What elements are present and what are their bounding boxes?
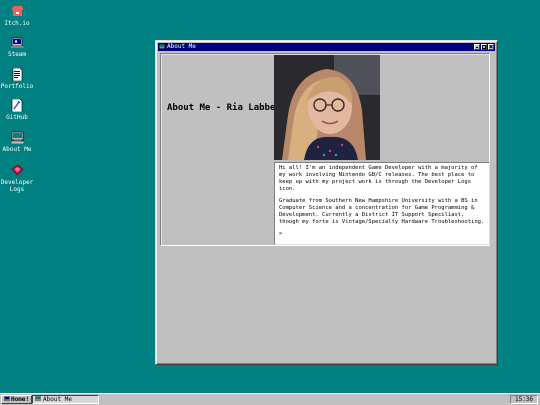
profile-photo	[274, 55, 380, 160]
github-icon	[10, 98, 24, 112]
window-content: About Me - Ria Labbe Hi all! I'm an inde…	[160, 53, 490, 246]
close-button[interactable]	[488, 44, 494, 50]
steam-icon	[10, 35, 24, 49]
command-prompt[interactable]: >	[279, 231, 485, 238]
desktop-icon-label: Developer Logs	[0, 179, 34, 193]
taskbar-item-label: About Me	[43, 396, 72, 403]
window-title: About Me	[167, 43, 196, 50]
desktop-icon-label: Steam	[7, 51, 27, 58]
desktop-icon-developer-logs[interactable]: Developer Logs	[0, 163, 34, 193]
desktop-icon-itchio[interactable]: Itch.io	[0, 4, 34, 27]
desktop-icon-about-me[interactable]: About Me	[0, 130, 34, 153]
start-button[interactable]: Home!	[1, 395, 33, 404]
start-button-label: Home!	[11, 396, 30, 403]
home-icon	[4, 395, 10, 404]
page-title: About Me - Ria Labbe	[167, 103, 276, 113]
itchio-icon	[10, 4, 24, 18]
window-app-icon	[35, 395, 41, 404]
computer-icon	[10, 130, 24, 144]
about-me-window[interactable]: About Me About Me - Ria Labbe Hi all! I'…	[155, 40, 498, 365]
devlogs-icon	[10, 163, 24, 177]
taskbar-item-about-me[interactable]: About Me	[32, 395, 99, 404]
minimize-button[interactable]	[474, 44, 480, 50]
desktop-icon-label: Portfolio	[0, 83, 34, 90]
bio-paragraph: Graduate from Southern New Hampshire Uni…	[279, 198, 485, 225]
desktop-icon-label: GitHub	[6, 114, 28, 121]
bio-terminal[interactable]: Hi all! I'm an independent Game Develope…	[274, 162, 490, 245]
desktop-icon-label: Itch.io	[4, 20, 30, 27]
document-icon	[10, 67, 24, 81]
window-titlebar[interactable]: About Me	[158, 43, 495, 51]
desktop-icon-github[interactable]: GitHub	[0, 98, 34, 121]
bio-paragraph: Hi all! I'm an independent Game Develope…	[279, 165, 478, 192]
window-app-icon	[159, 44, 165, 50]
desktop-icon-portfolio[interactable]: Portfolio	[0, 67, 34, 90]
desktop-icon-steam[interactable]: Steam	[0, 35, 34, 58]
taskbar-clock: 15:36	[510, 395, 538, 404]
maximize-button[interactable]	[481, 44, 487, 50]
desktop-icon-label: About Me	[2, 146, 32, 153]
profile-photo-image	[274, 55, 380, 160]
taskbar: Home! About Me 15:36	[0, 393, 540, 405]
